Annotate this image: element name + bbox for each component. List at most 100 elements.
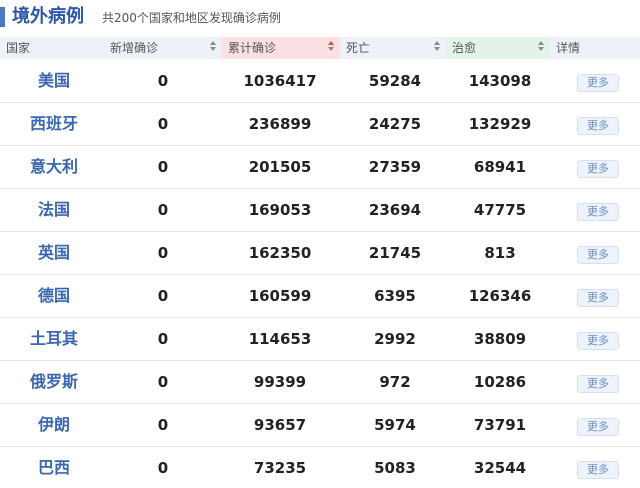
table-row: 巴西 0 73235 5083 32544 更多 — [0, 447, 640, 488]
detail-cell: 更多 — [574, 103, 622, 145]
deaths-cell: 2992 — [374, 330, 416, 348]
deaths-cell: 5083 — [374, 459, 416, 477]
column-header-label: 死亡 — [346, 41, 371, 55]
detail-cell: 更多 — [574, 404, 622, 446]
table-header: 国家 新增确诊 累计确诊 死亡 治愈 详情 — [0, 37, 640, 59]
deaths-cell: 5974 — [374, 416, 416, 434]
table-row: 西班牙 0 236899 24275 132929 更多 — [0, 103, 640, 146]
column-header-label: 新增确诊 — [110, 41, 159, 55]
column-header-label: 累计确诊 — [228, 41, 277, 55]
more-button[interactable]: 更多 — [577, 74, 619, 92]
deaths-cell: 59284 — [368, 72, 422, 90]
more-button[interactable]: 更多 — [577, 246, 619, 264]
new-cases-cell: 0 — [157, 158, 169, 176]
table-row: 意大利 0 201505 27359 68941 更多 — [0, 146, 640, 189]
column-header-label: 详情 — [556, 41, 581, 55]
country-cell: 意大利 — [29, 157, 78, 176]
deaths-cell: 24275 — [368, 115, 422, 133]
column-header-label: 国家 — [6, 41, 31, 55]
column-header-cure[interactable]: 治愈 — [446, 37, 550, 59]
total-cases-cell: 93657 — [253, 416, 307, 434]
new-cases-cell: 0 — [157, 287, 169, 305]
total-cases-cell: 169053 — [248, 201, 312, 219]
header-accent-bar — [0, 7, 5, 27]
detail-cell: 更多 — [574, 189, 622, 231]
new-cases-cell: 0 — [157, 115, 169, 133]
detail-cell: 更多 — [574, 60, 622, 102]
table-row: 俄罗斯 0 99399 972 10286 更多 — [0, 361, 640, 404]
new-cases-cell: 0 — [157, 330, 169, 348]
table-row: 德国 0 160599 6395 126346 更多 — [0, 275, 640, 318]
more-button[interactable]: 更多 — [577, 289, 619, 307]
more-button[interactable]: 更多 — [577, 375, 619, 393]
sort-icon[interactable] — [434, 41, 441, 55]
table-row: 土耳其 0 114653 2992 38809 更多 — [0, 318, 640, 361]
detail-cell: 更多 — [574, 447, 622, 488]
table-row: 伊朗 0 93657 5974 73791 更多 — [0, 404, 640, 447]
total-cases-cell: 1036417 — [243, 72, 317, 90]
column-header-total[interactable]: 累计确诊 — [222, 37, 340, 59]
new-cases-cell: 0 — [157, 72, 169, 90]
new-cases-cell: 0 — [157, 373, 169, 391]
deaths-cell: 6395 — [374, 287, 416, 305]
detail-cell: 更多 — [574, 146, 622, 188]
recovered-cell: 132929 — [468, 115, 532, 133]
total-cases-cell: 162350 — [248, 244, 312, 262]
column-header-country: 国家 — [0, 37, 104, 59]
country-cell: 德国 — [37, 286, 70, 305]
country-cell: 美国 — [37, 71, 70, 90]
column-header-new[interactable]: 新增确诊 — [104, 37, 222, 59]
sort-icon[interactable] — [210, 41, 217, 55]
total-cases-cell: 236899 — [248, 115, 312, 133]
column-header-label: 治愈 — [452, 41, 477, 55]
total-cases-cell: 114653 — [248, 330, 312, 348]
new-cases-cell: 0 — [157, 244, 169, 262]
total-cases-cell: 73235 — [253, 459, 307, 477]
recovered-cell: 38809 — [473, 330, 527, 348]
deaths-cell: 21745 — [368, 244, 422, 262]
more-button[interactable]: 更多 — [577, 203, 619, 221]
total-cases-cell: 99399 — [253, 373, 307, 391]
detail-cell: 更多 — [574, 232, 622, 274]
total-cases-cell: 201505 — [248, 158, 312, 176]
column-header-death[interactable]: 死亡 — [340, 37, 446, 59]
more-button[interactable]: 更多 — [577, 461, 619, 479]
more-button[interactable]: 更多 — [577, 160, 619, 178]
section-header: 境外病例 共200个国家和地区发现确诊病例 — [0, 0, 640, 36]
recovered-cell: 143098 — [468, 72, 532, 90]
country-cell: 西班牙 — [29, 114, 78, 133]
recovered-cell: 68941 — [473, 158, 527, 176]
country-cell: 法国 — [37, 200, 70, 219]
table-row: 美国 0 1036417 59284 143098 更多 — [0, 60, 640, 103]
new-cases-cell: 0 — [157, 416, 169, 434]
recovered-cell: 10286 — [473, 373, 527, 391]
more-button[interactable]: 更多 — [577, 418, 619, 436]
table-body: 美国 0 1036417 59284 143098 更多 西班牙 0 236899 24275 13… — [0, 60, 640, 488]
recovered-cell: 813 — [484, 244, 516, 262]
recovered-cell: 47775 — [473, 201, 527, 219]
country-cell: 巴西 — [37, 458, 70, 477]
more-button[interactable]: 更多 — [577, 332, 619, 350]
country-cell: 英国 — [37, 243, 70, 262]
table-row: 英国 0 162350 21745 813 更多 — [0, 232, 640, 275]
recovered-cell: 126346 — [468, 287, 532, 305]
country-cell: 俄罗斯 — [29, 372, 78, 391]
section-subtitle: 共200个国家和地区发现确诊病例 — [102, 11, 281, 25]
deaths-cell: 972 — [379, 373, 411, 391]
more-button[interactable]: 更多 — [577, 117, 619, 135]
country-cell: 土耳其 — [29, 329, 78, 348]
detail-cell: 更多 — [574, 318, 622, 360]
deaths-cell: 23694 — [368, 201, 422, 219]
sort-icon[interactable] — [538, 41, 545, 55]
deaths-cell: 27359 — [368, 158, 422, 176]
new-cases-cell: 0 — [157, 459, 169, 477]
recovered-cell: 73791 — [473, 416, 527, 434]
sort-icon[interactable] — [328, 41, 335, 55]
new-cases-cell: 0 — [157, 201, 169, 219]
country-cell: 伊朗 — [37, 415, 70, 434]
detail-cell: 更多 — [574, 275, 622, 317]
table-row: 法国 0 169053 23694 47775 更多 — [0, 189, 640, 232]
section-title: 境外病例 — [12, 6, 84, 27]
detail-cell: 更多 — [574, 361, 622, 403]
recovered-cell: 32544 — [473, 459, 527, 477]
